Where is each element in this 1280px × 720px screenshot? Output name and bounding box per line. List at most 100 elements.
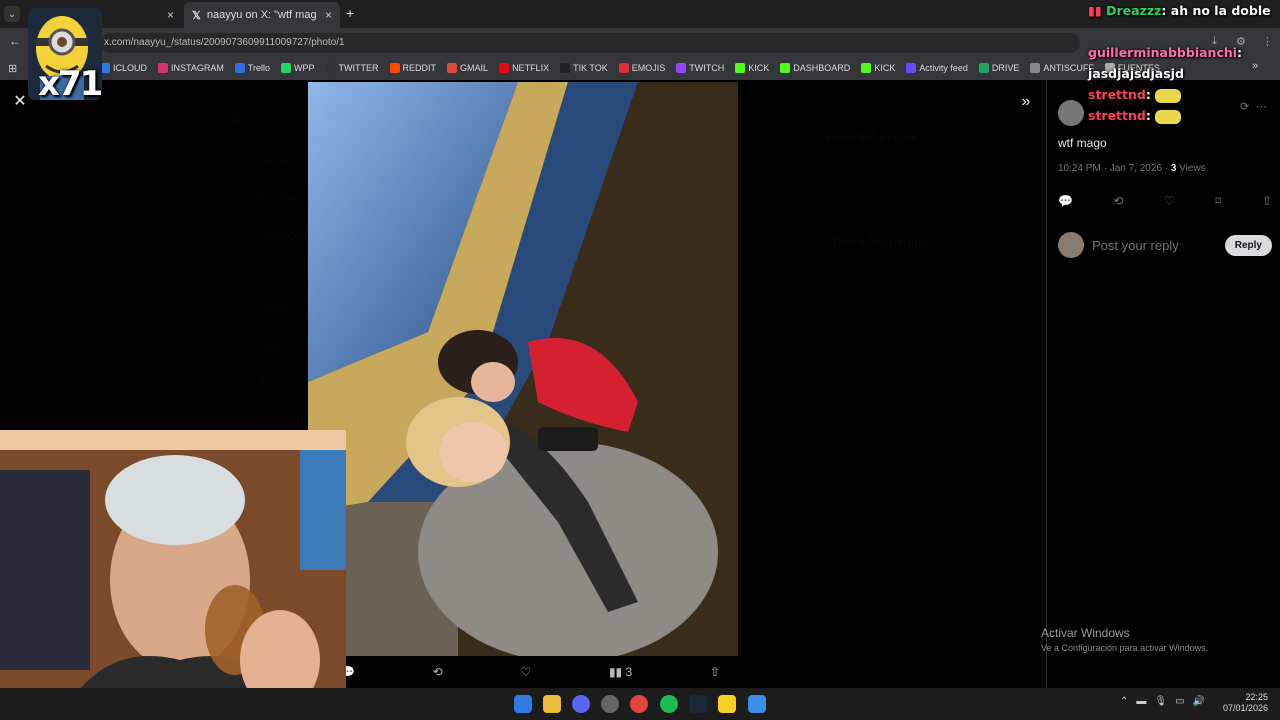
tab-search-button[interactable]: ⌄ (4, 6, 20, 22)
tray-chevron-icon[interactable]: ⌃ (1120, 696, 1128, 707)
url-field[interactable]: x.com/naayyu_/status/2009073609911009727… (100, 33, 1080, 53)
share-icon[interactable]: ⇧ (710, 665, 720, 679)
bookmark-item[interactable]: DASHBOARD (780, 63, 850, 73)
x-logo-icon: 𝕏 (192, 9, 201, 22)
bookmark-favicon-icon (325, 63, 336, 73)
double-chevron-right-icon[interactable]: » (1016, 92, 1036, 112)
close-icon[interactable]: × (325, 8, 332, 22)
bookmark-label: GMAIL (460, 63, 489, 73)
bookmark-favicon-icon (158, 63, 169, 73)
bookmark-item[interactable]: GMAIL (447, 63, 488, 73)
chat-message-continued (1088, 21, 1278, 42)
bookmark-item[interactable]: REDDIT (389, 63, 437, 73)
tweet-views-label: Views (1176, 163, 1206, 174)
bookmark-label: TWITTER (338, 63, 379, 73)
like-icon[interactable]: ♡ (520, 665, 531, 679)
bookmark-label: KICK (874, 63, 896, 73)
bookmark-favicon-icon (978, 63, 989, 73)
chat-username: strettnd (1088, 108, 1146, 123)
bookmark-item[interactable]: INSTAGRAM (158, 63, 224, 73)
tweet-timestamp[interactable]: 10:24 PM · Jan 7, 2026 · (1058, 163, 1171, 174)
bookmark-favicon-icon (389, 63, 400, 73)
close-icon[interactable]: ✕ (10, 92, 30, 112)
retweet-icon[interactable]: ⟲ (433, 665, 443, 679)
bookmark-favicon-icon (1030, 63, 1041, 73)
reply-button[interactable]: Reply (1224, 234, 1272, 256)
chat-message: ▮▮ Dreazzz: ah no la doble vara ... (1088, 0, 1278, 21)
bookmark-label: EMOJIS (631, 63, 666, 73)
photos-icon[interactable] (748, 695, 766, 713)
author-avatar[interactable] (1058, 100, 1084, 126)
bookmark-label: KICK (748, 63, 770, 73)
file-explorer-icon[interactable] (543, 695, 561, 713)
like-icon[interactable]: ♡ (1164, 194, 1175, 208)
bookmark-item[interactable]: WPP (281, 63, 315, 73)
bookmark-label: TIK TOK (573, 63, 608, 73)
clock-time: 22:25 (1245, 692, 1268, 702)
bookmark-item[interactable]: KICK (861, 63, 895, 73)
share-icon[interactable]: ⇧ (1262, 194, 1272, 208)
chat-message: strettnd: (1088, 105, 1278, 126)
bookmark-label: Trello (247, 63, 271, 73)
tab-title: naayyu on X: "wtf mago https:/ (206, 9, 317, 21)
bookmark-item[interactable]: KICK (735, 63, 769, 73)
bookmark-item[interactable]: TWITTER (325, 63, 379, 73)
bookmark-label: NETFLIX (512, 63, 550, 73)
views-count: 3 (625, 665, 633, 679)
retweet-icon[interactable]: ⟲ (1113, 194, 1123, 208)
bookmark-label: DASHBOARD (793, 63, 851, 73)
tweet-actions: 💬 ⟲ ♡ ⌑ ⇧ (1058, 194, 1272, 208)
volume-icon[interactable]: 🔊 (1193, 696, 1205, 707)
bookmark-favicon-icon (676, 63, 687, 73)
discord-icon[interactable] (572, 695, 590, 713)
bookmark-favicon-icon (234, 63, 245, 73)
new-tab-button[interactable]: + (346, 5, 354, 21)
bookmark-favicon-icon (780, 63, 791, 73)
microphone-icon[interactable]: 🎙 (1154, 696, 1167, 707)
language-icon[interactable]: ▬ (1136, 696, 1146, 707)
tab-active[interactable]: 𝕏 naayyu on X: "wtf mago https:/ × (184, 2, 340, 28)
bookmarks-list: ICLOUD INSTAGRAM Trello WPP TWITTER REDDIT GMA… (100, 56, 1171, 80)
system-clock[interactable]: 22:25 07/01/2026 (1222, 692, 1268, 714)
bookmark-icon[interactable]: ⌑ (1215, 194, 1221, 208)
bookmark-item[interactable]: Activity feed (906, 63, 968, 73)
steam-icon[interactable] (689, 695, 707, 713)
user-avatar[interactable] (1058, 232, 1084, 258)
chrome-icon[interactable] (630, 695, 648, 713)
spotify-icon[interactable] (660, 695, 678, 713)
tweet-photo[interactable] (308, 82, 738, 656)
tab-previous[interactable]: × (104, 2, 182, 28)
bookmark-favicon-icon (618, 63, 629, 73)
bookmark-label: ICLOUD (113, 63, 148, 73)
bookmark-label: Activity feed (919, 63, 968, 73)
bookmark-item[interactable]: Trello (234, 63, 271, 73)
obs-icon[interactable] (601, 695, 619, 713)
bookmark-item[interactable]: EMOJIS (618, 63, 666, 73)
back-arrow-icon[interactable]: ← (9, 34, 21, 48)
views-stat[interactable]: ▮▮ 3 (609, 665, 632, 679)
tweet-metadata: 10:24 PM · Jan 7, 2026 · 3 Views (1058, 163, 1206, 174)
close-icon[interactable]: × (167, 8, 174, 22)
reply-input[interactable]: Post your reply (1092, 238, 1225, 253)
reply-icon[interactable]: 💬 (1058, 194, 1073, 208)
start-icon[interactable] (514, 695, 532, 713)
chat-message: guillerminabbbianchi: (1088, 45, 1243, 60)
bookmark-favicon-icon (447, 63, 458, 73)
bookmark-label: TWITCH (689, 63, 725, 73)
webcam-feed (0, 430, 346, 720)
chat-message: strettnd: (1088, 84, 1278, 105)
bookmark-item[interactable]: NETFLIX (499, 63, 549, 73)
network-icon[interactable]: ▭ (1175, 696, 1184, 707)
bookmark-item[interactable]: ICLOUD (100, 63, 147, 73)
photo-image (308, 82, 738, 656)
bookmark-favicon-icon (560, 63, 571, 73)
bookmark-favicon-icon (281, 63, 292, 73)
bookmark-item[interactable]: TIK TOK (560, 63, 608, 73)
bookmark-favicon-icon (735, 63, 746, 73)
apps-grid-icon[interactable]: ⊞ (8, 62, 17, 75)
bookmark-item[interactable]: ANTISCUFF (1030, 63, 1094, 73)
sticky-notes-icon[interactable] (718, 695, 736, 713)
bookmark-item[interactable]: TWITCH (676, 63, 724, 73)
bookmark-item[interactable]: DRIVE (978, 63, 1019, 73)
bookmark-label: REDDIT (402, 63, 437, 73)
